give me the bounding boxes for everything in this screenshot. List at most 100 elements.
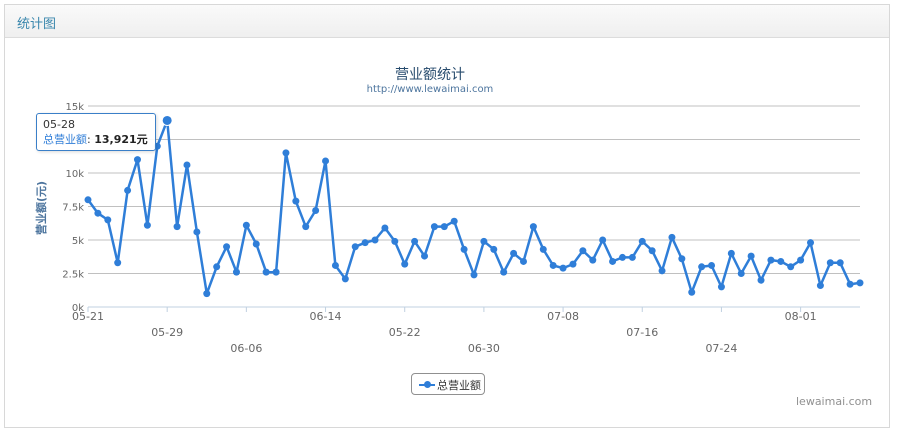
data-point[interactable]	[836, 259, 844, 267]
data-point[interactable]	[411, 237, 419, 245]
data-point[interactable]	[856, 279, 864, 287]
data-tooltip: 05-28 总营业额: 13,921元	[36, 113, 156, 151]
data-point[interactable]	[500, 268, 508, 276]
data-point[interactable]	[826, 259, 834, 267]
data-point[interactable]	[599, 236, 607, 244]
y-tick-label: 15k	[65, 102, 84, 113]
x-tick-label: 05-29	[151, 326, 183, 339]
data-point[interactable]	[807, 239, 815, 247]
data-point[interactable]	[391, 237, 399, 245]
data-point[interactable]	[589, 256, 597, 264]
legend-label: 总营业额	[437, 379, 481, 392]
data-point[interactable]	[539, 245, 547, 253]
data-point[interactable]	[430, 223, 438, 231]
data-point[interactable]	[569, 260, 577, 268]
legend-marker-icon	[424, 381, 431, 388]
data-point[interactable]	[737, 270, 745, 277]
data-point[interactable]	[440, 223, 448, 231]
data-point[interactable]	[787, 263, 795, 271]
data-point[interactable]	[529, 223, 537, 231]
data-point[interactable]	[727, 249, 735, 257]
data-point[interactable]	[747, 252, 755, 260]
y-tick-label: 2.5k	[62, 270, 84, 281]
data-point[interactable]	[322, 157, 330, 165]
x-tick-label: 06-06	[230, 342, 262, 355]
data-point[interactable]	[371, 236, 379, 244]
data-point[interactable]	[658, 267, 666, 275]
data-point[interactable]	[668, 233, 676, 241]
data-point[interactable]	[648, 247, 656, 255]
data-point[interactable]	[678, 255, 686, 263]
data-point[interactable]	[351, 243, 359, 251]
data-point[interactable]	[490, 245, 498, 253]
data-point[interactable]	[84, 196, 92, 204]
tooltip-value: 13,921元	[94, 133, 148, 146]
data-point[interactable]	[124, 186, 132, 194]
data-point[interactable]	[698, 263, 706, 271]
x-tick-label: 07-24	[705, 342, 737, 355]
data-point[interactable]	[193, 228, 201, 236]
data-point[interactable]	[559, 264, 567, 272]
data-point[interactable]	[183, 161, 191, 169]
data-point[interactable]	[777, 257, 785, 265]
data-point[interactable]	[797, 256, 805, 264]
data-point[interactable]	[708, 261, 716, 269]
data-point[interactable]	[618, 253, 626, 261]
x-tick-label: 08-01	[785, 310, 817, 323]
data-point[interactable]	[252, 240, 260, 248]
data-point[interactable]	[341, 275, 349, 283]
data-point[interactable]	[421, 252, 429, 260]
data-point[interactable]	[173, 223, 181, 231]
data-point[interactable]	[282, 149, 290, 157]
data-point[interactable]	[232, 268, 240, 276]
data-point[interactable]	[519, 257, 527, 265]
data-point[interactable]	[262, 268, 270, 276]
data-point[interactable]	[480, 237, 488, 245]
data-point[interactable]	[638, 237, 646, 245]
x-tick-label: 07-08	[547, 310, 579, 323]
data-point[interactable]	[767, 256, 775, 264]
data-point[interactable]	[609, 257, 617, 265]
data-point[interactable]	[757, 276, 765, 284]
data-point[interactable]	[272, 268, 280, 276]
data-point[interactable]	[331, 261, 339, 269]
x-tick-label: 06-14	[310, 310, 342, 323]
data-point[interactable]	[460, 245, 468, 253]
data-point[interactable]	[133, 156, 141, 164]
data-point[interactable]	[213, 263, 221, 271]
data-point[interactable]	[292, 197, 300, 205]
data-point[interactable]	[94, 209, 102, 217]
data-point[interactable]	[242, 221, 250, 229]
data-point[interactable]	[203, 290, 211, 298]
data-point[interactable]	[381, 224, 389, 232]
data-point[interactable]	[549, 261, 557, 269]
tooltip-date: 05-28	[43, 118, 75, 131]
chart-title: 营业额统计	[395, 67, 465, 83]
data-point[interactable]	[846, 280, 854, 288]
data-point[interactable]	[688, 288, 696, 296]
chart-credit[interactable]: lewaimai.com	[796, 395, 872, 408]
data-point[interactable]	[470, 271, 478, 279]
data-point[interactable]	[579, 247, 587, 255]
data-point[interactable]	[312, 207, 320, 215]
y-tick-label: 5k	[72, 236, 84, 247]
data-point[interactable]	[816, 282, 824, 290]
data-point[interactable]	[114, 259, 122, 267]
data-point[interactable]	[401, 260, 409, 268]
data-point[interactable]	[143, 221, 151, 229]
tooltip-series-name: 总营业额	[43, 133, 87, 146]
data-point[interactable]	[628, 253, 636, 261]
data-point[interactable]	[104, 216, 112, 224]
x-tick-label: 05-22	[389, 326, 421, 339]
data-point[interactable]	[161, 114, 173, 126]
legend-item-total-revenue[interactable]: 总营业额	[411, 373, 485, 395]
data-point[interactable]	[717, 283, 725, 291]
chart-subtitle: http://www.lewaimai.com	[367, 84, 494, 95]
data-point[interactable]	[450, 217, 458, 225]
data-point[interactable]	[361, 239, 369, 247]
data-point[interactable]	[510, 249, 518, 257]
y-tick-label: 7.5k	[62, 203, 84, 214]
x-tick-label: 05-21	[72, 310, 104, 323]
data-point[interactable]	[223, 243, 231, 251]
data-point[interactable]	[302, 223, 310, 231]
